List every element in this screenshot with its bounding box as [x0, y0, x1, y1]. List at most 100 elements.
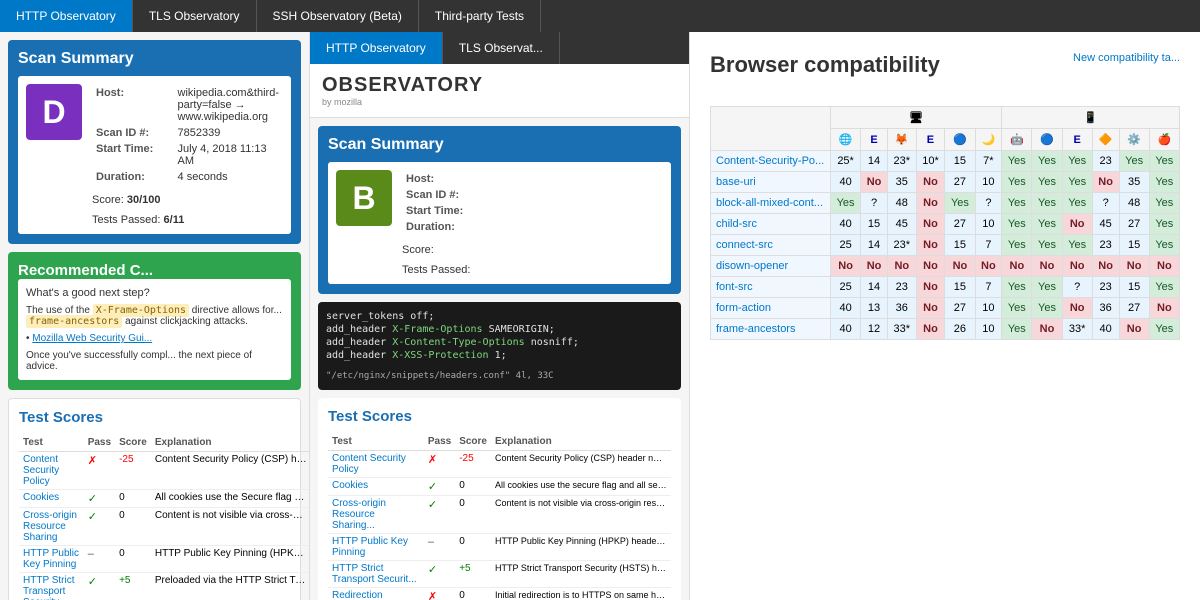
compat-cell: No: [945, 256, 975, 277]
compat-cell: 27: [945, 172, 975, 193]
scan-info: Host: wikipedia.com&third-party=false → …: [92, 84, 283, 226]
host-label: Host:: [94, 86, 174, 124]
compat-cell: No: [916, 214, 945, 235]
compat-row: child-src401545No2710YesYesNo4527Yes: [711, 214, 1180, 235]
test-explanation: HTTP Strict Transport Security (HSTS) he…: [491, 561, 671, 588]
browser-chrome: 🌐: [831, 129, 861, 151]
compat-cell: 12: [861, 319, 888, 340]
observatory-logo: OBSERVATORY by mozilla: [322, 74, 483, 107]
compat-cell: 15: [945, 235, 975, 256]
compat-cell: 10: [975, 298, 1002, 319]
compat-cell: 15: [1119, 277, 1149, 298]
duration-label: Duration:: [94, 170, 174, 184]
test-score: 0: [115, 490, 151, 508]
compat-cell: No: [1062, 256, 1092, 277]
recommended-link[interactable]: • Mozilla Web Security Gui...: [26, 333, 283, 344]
compat-cell: No: [1119, 256, 1149, 277]
middle-tab-http[interactable]: HTTP Observatory: [310, 32, 443, 64]
observatory-subtitle: by mozilla: [322, 97, 483, 107]
test-name[interactable]: Cookies: [19, 490, 84, 508]
duration-value: 4 seconds: [176, 170, 281, 184]
feature-label[interactable]: disown-opener: [711, 256, 831, 277]
compat-cell: 10: [975, 214, 1002, 235]
test-name[interactable]: Cross-origin Resource Sharing...: [328, 496, 424, 534]
table-row: Content Security Policy ✗ -25 Content Se…: [19, 452, 310, 490]
compat-cell: ?: [1092, 193, 1119, 214]
test-explanation: Content Security Policy (CSP) header not…: [151, 452, 310, 490]
test-score: 0: [115, 508, 151, 546]
compat-cell: No: [887, 256, 916, 277]
compat-cell: Yes: [1032, 193, 1062, 214]
feature-label[interactable]: child-src: [711, 214, 831, 235]
recommended-completion: Once you've successfully compl... the ne…: [26, 350, 283, 372]
feature-label[interactable]: connect-src: [711, 235, 831, 256]
compat-cell: No: [1002, 256, 1032, 277]
mid-scanid-value: [486, 188, 661, 202]
compat-cell: No: [916, 235, 945, 256]
observatory-header: OBSERVATORY by mozilla: [310, 64, 689, 118]
test-name[interactable]: HTTP Strict Transport Security: [19, 573, 84, 600]
compat-cell: 25*: [831, 151, 861, 172]
compat-cell: ?: [861, 193, 888, 214]
tab-third-party[interactable]: Third-party Tests: [419, 0, 541, 32]
feature-label[interactable]: frame-ancestors: [711, 319, 831, 340]
test-name[interactable]: HTTP Public Key Pinning: [328, 534, 424, 561]
middle-panel: HTTP Observatory TLS Observat... OBSERVA…: [310, 32, 690, 600]
term-line-3: add_header X-Content-Type-Options nosnif…: [326, 336, 673, 349]
mid-host-label: Host:: [404, 172, 484, 186]
middle-tab-tls[interactable]: TLS Observat...: [443, 32, 560, 64]
test-name[interactable]: Cookies: [328, 478, 424, 496]
compat-cell: No: [916, 193, 945, 214]
test-name[interactable]: HTTP Strict Transport Securit...: [328, 561, 424, 588]
compat-subtitle[interactable]: New compatibility ta...: [1073, 52, 1180, 64]
recommended-next-step: What's a good next step?: [26, 287, 283, 299]
compat-cell: Yes: [831, 193, 861, 214]
compat-cell: 27: [945, 214, 975, 235]
compat-cell: 25: [831, 235, 861, 256]
feature-label[interactable]: block-all-mixed-cont...: [711, 193, 831, 214]
compat-cell: 48: [887, 193, 916, 214]
mid-test-scores: Test Scores Test Pass Score Explanation …: [318, 398, 681, 600]
compat-cell: No: [916, 277, 945, 298]
browser-edge: E: [861, 129, 888, 151]
test-name[interactable]: Content Security Policy: [328, 451, 424, 478]
recommended-description: The use of the X-Frame-Options directive…: [26, 305, 283, 327]
compat-row: disown-openerNoNoNoNoNoNoNoNoNoNoNoNo: [711, 256, 1180, 277]
tab-tls-observatory[interactable]: TLS Observatory: [133, 0, 257, 32]
compat-cell: No: [861, 172, 888, 193]
mid-scanid-label: Scan ID #:: [404, 188, 484, 202]
feature-header: [711, 107, 831, 151]
feature-label[interactable]: font-src: [711, 277, 831, 298]
test-name[interactable]: Redirection: [328, 588, 424, 600]
compat-cell: 23: [887, 277, 916, 298]
mid-avatar: B: [336, 170, 392, 226]
test-explanation: HTTP Public Key Pinning (HPKP) header no…: [491, 534, 671, 561]
compat-cell: 27: [945, 298, 975, 319]
test-score: +5: [115, 573, 151, 600]
compat-cell: No: [916, 298, 945, 319]
compat-cell: Yes: [1149, 235, 1179, 256]
mid-col-pass: Pass: [424, 433, 455, 451]
test-pass: ✗: [424, 588, 455, 600]
test-pass: ✗: [424, 451, 455, 478]
test-name[interactable]: Content Security Policy: [19, 452, 84, 490]
tab-http-observatory[interactable]: HTTP Observatory: [0, 0, 133, 32]
compat-cell: Yes: [1149, 319, 1179, 340]
test-name[interactable]: Cross-origin Resource Sharing: [19, 508, 84, 546]
test-name[interactable]: HTTP Public Key Pinning: [19, 546, 84, 573]
score-value: 30/100: [127, 194, 161, 206]
compat-cell: 26: [945, 319, 975, 340]
scan-id-value: 7852339: [176, 126, 281, 140]
compat-table: 🖥 📱 🌐 E 🦊 E 🔵 🌙 🤖 🔵 E 🔶: [710, 106, 1180, 340]
security-guide-link[interactable]: Mozilla Web Security Gui...: [32, 333, 152, 344]
compat-row: frame-ancestors401233*No2610YesNo33*40No…: [711, 319, 1180, 340]
feature-label[interactable]: form-action: [711, 298, 831, 319]
feature-label[interactable]: base-uri: [711, 172, 831, 193]
tab-ssh-observatory[interactable]: SSH Observatory (Beta): [257, 0, 419, 32]
feature-label[interactable]: Content-Security-Po...: [711, 151, 831, 172]
test-pass: ✓: [84, 508, 115, 546]
scan-summary-body: D Host: wikipedia.com&third-party=false …: [18, 76, 291, 234]
compat-cell: No: [1032, 319, 1062, 340]
start-time-value: July 4, 2018 11:13 AM: [176, 142, 281, 168]
compat-cell: No: [1149, 256, 1179, 277]
